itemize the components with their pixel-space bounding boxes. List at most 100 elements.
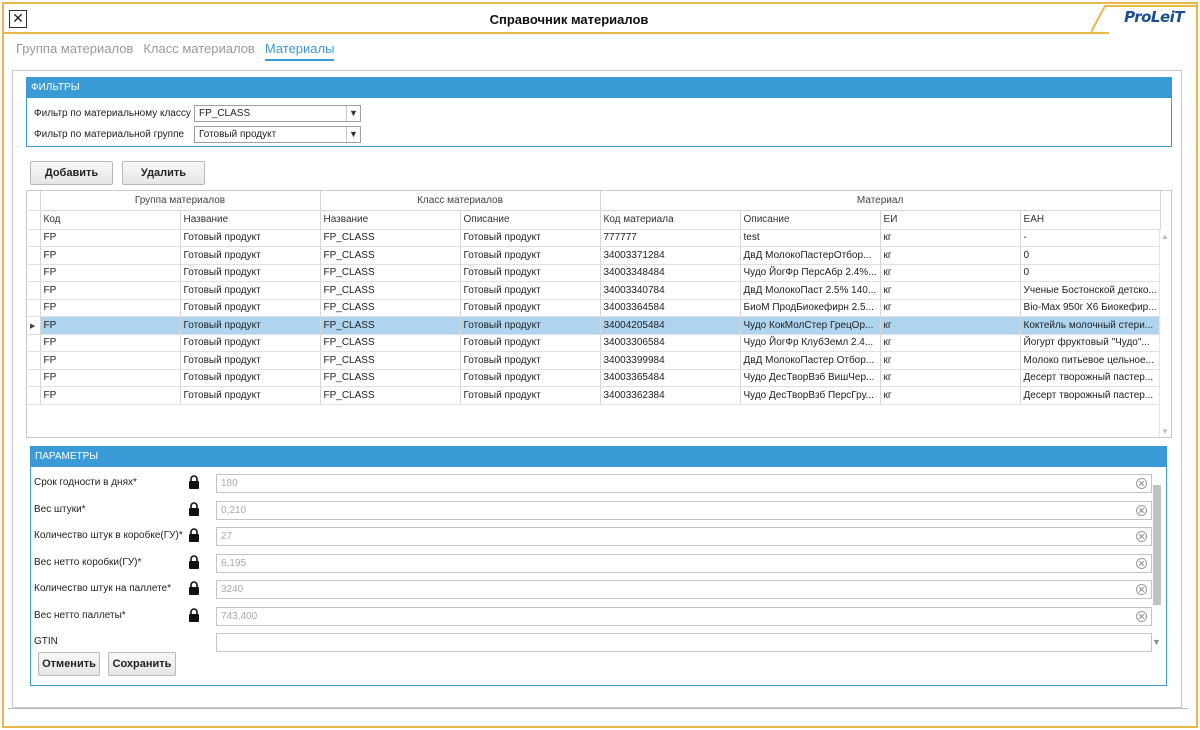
- table-cell[interactable]: кг: [880, 246, 1021, 265]
- save-button[interactable]: Сохранить: [108, 652, 176, 676]
- row-header[interactable]: [27, 369, 41, 387]
- table-cell[interactable]: Десерт творожный пастер...: [1020, 369, 1161, 387]
- table-cell[interactable]: FP_CLASS: [320, 246, 461, 265]
- column-header[interactable]: Описание: [460, 210, 601, 230]
- table-cell[interactable]: FP_CLASS: [320, 299, 461, 317]
- table-cell[interactable]: Чудо КокМолСтер ГрецОр...: [740, 316, 881, 335]
- column-header[interactable]: Название: [320, 210, 461, 230]
- table-cell[interactable]: Коктейль молочный стери...: [1020, 316, 1161, 335]
- table-cell[interactable]: ДвД МолокоПастерОтбор...: [740, 246, 881, 265]
- table-cell[interactable]: Готовый продукт: [460, 264, 601, 282]
- add-button[interactable]: Добавить: [30, 161, 113, 185]
- params-scrollbar[interactable]: ▼: [1152, 477, 1162, 647]
- table-cell[interactable]: FP: [40, 229, 181, 247]
- clear-icon[interactable]: [1136, 584, 1147, 595]
- table-cell[interactable]: кг: [880, 386, 1021, 405]
- table-cell[interactable]: 0: [1020, 246, 1161, 265]
- table-cell[interactable]: FP: [40, 386, 181, 405]
- group-filter-select[interactable]: Готовый продукт ▼: [194, 125, 361, 143]
- table-cell[interactable]: ДвД МолокоПаст 2.5% 140...: [740, 281, 881, 300]
- table-cell[interactable]: -: [1020, 229, 1161, 247]
- table-cell[interactable]: FP_CLASS: [320, 351, 461, 370]
- table-cell[interactable]: кг: [880, 316, 1021, 335]
- clear-icon[interactable]: [1136, 610, 1147, 622]
- table-cell[interactable]: 34003371284: [600, 246, 741, 265]
- clear-icon[interactable]: [1136, 478, 1147, 489]
- table-cell[interactable]: 34004205484: [600, 316, 741, 335]
- table-cell[interactable]: Готовый продукт: [460, 229, 601, 247]
- table-row[interactable]: FP Готовый продукт FP_CLASS Готовый продукт…: [27, 264, 1161, 282]
- tab-materials[interactable]: Материалы: [264, 41, 335, 61]
- table-cell[interactable]: FP: [40, 246, 181, 265]
- tab-material-class[interactable]: Класс материалов: [143, 41, 255, 61]
- chevron-down-icon[interactable]: ▼: [346, 126, 360, 142]
- table-cell[interactable]: Готовый продукт: [180, 229, 321, 247]
- table-cell[interactable]: Чудо ЙогФр КлубЗемл 2.4...: [740, 334, 881, 352]
- chevron-down-icon[interactable]: ▼: [346, 105, 360, 121]
- table-cell[interactable]: FP_CLASS: [320, 281, 461, 300]
- table-cell[interactable]: 34003306584: [600, 334, 741, 352]
- column-header[interactable]: Описание: [740, 210, 881, 230]
- table-cell[interactable]: Чудо ДесТворВзб ВишЧер...: [740, 369, 881, 387]
- table-cell[interactable]: Готовый продукт: [180, 264, 321, 282]
- cancel-button[interactable]: Отменить: [38, 652, 100, 676]
- table-row[interactable]: ▶ FP Готовый продукт FP_CLASS Готовый продук…: [27, 316, 1161, 335]
- clear-icon[interactable]: [1136, 531, 1147, 542]
- table-cell[interactable]: кг: [880, 229, 1021, 247]
- row-header[interactable]: [27, 229, 41, 247]
- table-cell[interactable]: Десерт творожный пастер...: [1020, 386, 1161, 405]
- tab-material-group[interactable]: Группа материалов: [16, 41, 133, 61]
- table-cell[interactable]: кг: [880, 299, 1021, 317]
- table-cell[interactable]: Готовый продукт: [180, 299, 321, 317]
- table-cell[interactable]: FP: [40, 369, 181, 387]
- table-cell[interactable]: FP: [40, 264, 181, 282]
- table-cell[interactable]: кг: [880, 369, 1021, 387]
- table-row[interactable]: FP Готовый продукт FP_CLASS Готовый продукт…: [27, 334, 1161, 352]
- param-input[interactable]: [216, 580, 1152, 599]
- param-input[interactable]: [216, 633, 1152, 652]
- scrollbar-thumb[interactable]: [1153, 485, 1161, 605]
- table-cell[interactable]: Готовый продукт: [180, 386, 321, 405]
- table-cell[interactable]: Готовый продукт: [460, 386, 601, 405]
- table-cell[interactable]: Чудо ЙогФр ПерсАбр 2.4%...: [740, 264, 881, 282]
- table-cell[interactable]: кг: [880, 264, 1021, 282]
- table-cell[interactable]: 777777: [600, 229, 741, 247]
- table-cell[interactable]: 0: [1020, 264, 1161, 282]
- param-input[interactable]: [216, 474, 1152, 493]
- table-cell[interactable]: кг: [880, 281, 1021, 300]
- table-cell[interactable]: Готовый продукт: [180, 281, 321, 300]
- table-row[interactable]: FP Готовый продукт FP_CLASS Готовый продукт…: [27, 299, 1161, 317]
- table-cell[interactable]: FP: [40, 299, 181, 317]
- table-row[interactable]: FP Готовый продукт FP_CLASS Готовый продукт…: [27, 369, 1161, 387]
- column-header[interactable]: Название: [180, 210, 321, 230]
- table-cell[interactable]: 34003362384: [600, 386, 741, 405]
- class-filter-select[interactable]: FP_CLASS ▼: [194, 104, 361, 122]
- column-header[interactable]: ЕАН: [1020, 210, 1161, 230]
- row-header[interactable]: [27, 246, 41, 265]
- table-cell[interactable]: 34003365484: [600, 369, 741, 387]
- table-cell[interactable]: Готовый продукт: [460, 246, 601, 265]
- table-cell[interactable]: Готовый продукт: [180, 369, 321, 387]
- table-cell[interactable]: FP: [40, 334, 181, 352]
- table-cell[interactable]: кг: [880, 334, 1021, 352]
- table-cell[interactable]: 34003348484: [600, 264, 741, 282]
- table-cell[interactable]: test: [740, 229, 881, 247]
- row-header[interactable]: [27, 264, 41, 282]
- chevron-down-icon[interactable]: ▼: [1161, 427, 1169, 436]
- table-cell[interactable]: Йогурт фруктовый "Чудо"...: [1020, 334, 1161, 352]
- column-header[interactable]: ЕИ: [880, 210, 1021, 230]
- table-cell[interactable]: Bio-Max 950г X6 Биокефир...: [1020, 299, 1161, 317]
- table-cell[interactable]: Молоко питьевое цельное...: [1020, 351, 1161, 370]
- table-cell[interactable]: FP: [40, 351, 181, 370]
- column-header[interactable]: Код материала: [600, 210, 741, 230]
- row-header[interactable]: [27, 299, 41, 317]
- delete-button[interactable]: Удалить: [122, 161, 205, 185]
- grid-scrollbar[interactable]: ▲ ▼: [1159, 230, 1171, 437]
- table-cell[interactable]: Готовый продукт: [460, 351, 601, 370]
- param-input[interactable]: [216, 527, 1152, 546]
- table-cell[interactable]: Чудо ДесТворВзб ПерсГру...: [740, 386, 881, 405]
- clear-icon[interactable]: [1136, 557, 1147, 569]
- table-cell[interactable]: Готовый продукт: [180, 246, 321, 265]
- table-cell[interactable]: Готовый продукт: [460, 316, 601, 335]
- param-input[interactable]: [216, 553, 1152, 573]
